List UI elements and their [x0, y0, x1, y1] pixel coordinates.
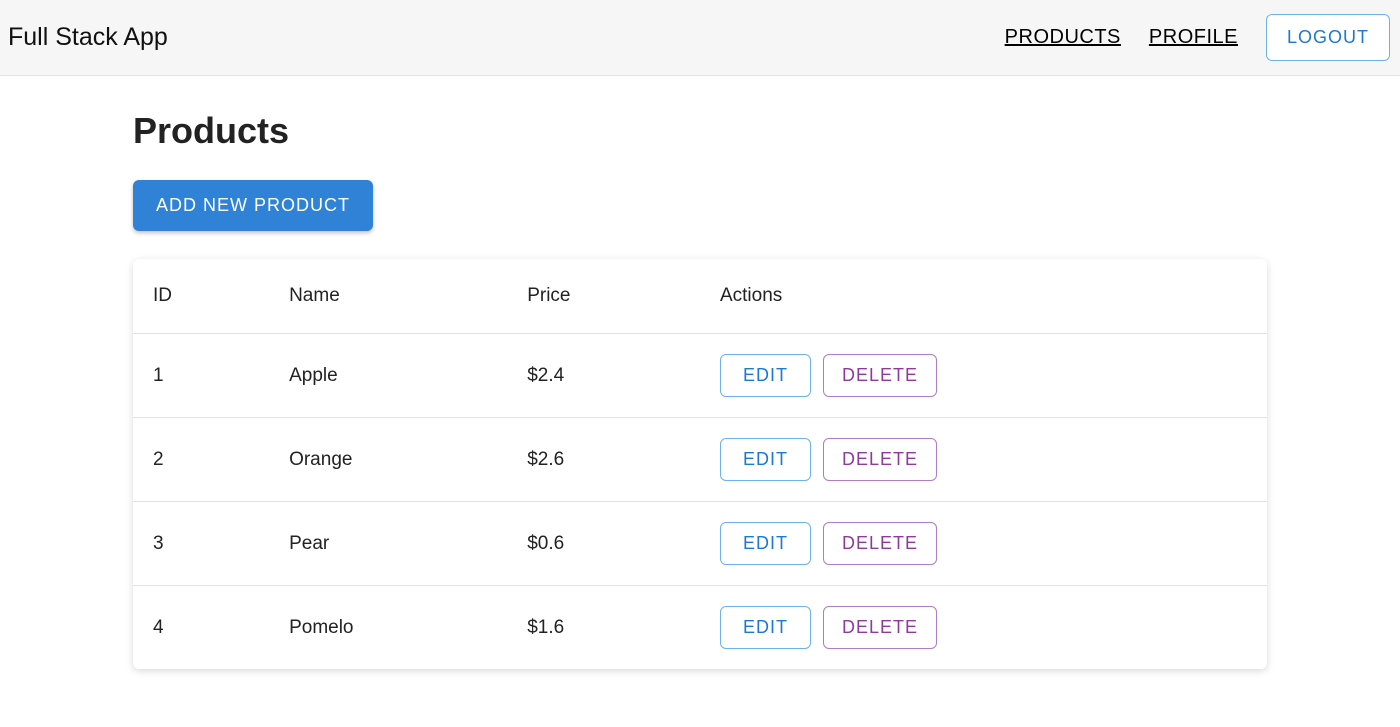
cell-price: $2.4 [507, 334, 700, 418]
edit-button[interactable]: EDIT [720, 354, 811, 397]
table-row: 1Apple$2.4 EDIT DELETE [133, 334, 1267, 418]
table-row: 4Pomelo$1.6 EDIT DELETE [133, 586, 1267, 670]
cell-name: Pear [269, 502, 507, 586]
delete-button[interactable]: DELETE [823, 606, 937, 649]
edit-button[interactable]: EDIT [720, 438, 811, 481]
add-new-product-button[interactable]: ADD NEW PRODUCT [133, 180, 373, 231]
cell-name: Pomelo [269, 586, 507, 670]
navbar: Full Stack App PRODUCTS PROFILE LOGOUT [0, 0, 1400, 76]
page-title: Products [133, 110, 1267, 152]
cell-actions: EDIT DELETE [700, 418, 1267, 502]
main-container: Products ADD NEW PRODUCT ID Name Price A… [125, 110, 1275, 669]
cell-name: Orange [269, 418, 507, 502]
delete-button[interactable]: DELETE [823, 438, 937, 481]
cell-name: Apple [269, 334, 507, 418]
table-row: 3Pear$0.6 EDIT DELETE [133, 502, 1267, 586]
header-price: Price [507, 259, 700, 334]
delete-button[interactable]: DELETE [823, 354, 937, 397]
delete-button[interactable]: DELETE [823, 522, 937, 565]
cell-price: $2.6 [507, 418, 700, 502]
cell-actions: EDIT DELETE [700, 334, 1267, 418]
products-table-card: ID Name Price Actions 1Apple$2.4 EDIT DELE… [133, 259, 1267, 669]
cell-actions: EDIT DELETE [700, 586, 1267, 670]
nav-link-profile[interactable]: PROFILE [1149, 26, 1238, 49]
cell-id: 2 [133, 418, 269, 502]
edit-button[interactable]: EDIT [720, 522, 811, 565]
table-row: 2Orange$2.6 EDIT DELETE [133, 418, 1267, 502]
nav-link-products[interactable]: PRODUCTS [1005, 26, 1121, 49]
cell-price: $1.6 [507, 586, 700, 670]
cell-id: 4 [133, 586, 269, 670]
table-header-row: ID Name Price Actions [133, 259, 1267, 334]
cell-price: $0.6 [507, 502, 700, 586]
cell-actions: EDIT DELETE [700, 502, 1267, 586]
cell-id: 3 [133, 502, 269, 586]
nav-right: PRODUCTS PROFILE LOGOUT [1005, 14, 1390, 61]
cell-id: 1 [133, 334, 269, 418]
header-id: ID [133, 259, 269, 334]
brand-title: Full Stack App [8, 23, 168, 52]
header-name: Name [269, 259, 507, 334]
logout-button[interactable]: LOGOUT [1266, 14, 1390, 61]
edit-button[interactable]: EDIT [720, 606, 811, 649]
products-table: ID Name Price Actions 1Apple$2.4 EDIT DELE… [133, 259, 1267, 669]
header-actions: Actions [700, 259, 1267, 334]
